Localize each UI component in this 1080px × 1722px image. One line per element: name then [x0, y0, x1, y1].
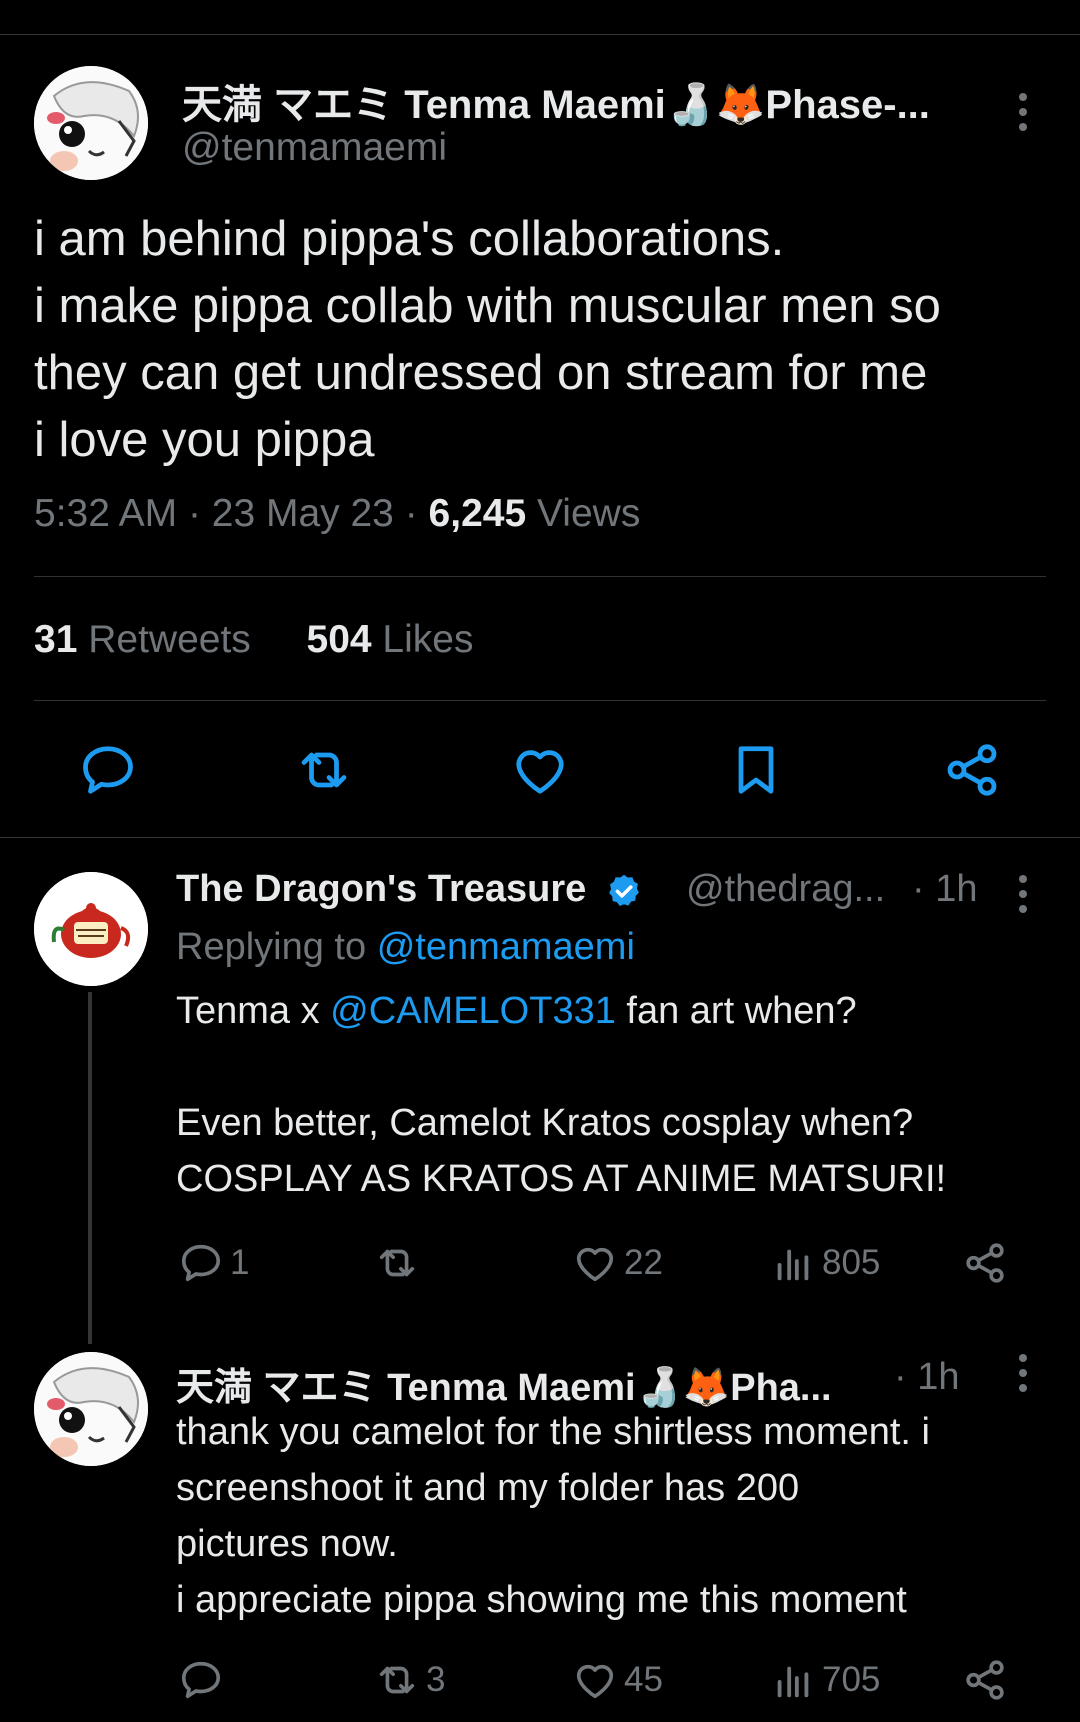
reply-icon — [181, 1244, 221, 1282]
engagement-stats: 31 Retweets 504 Likes — [34, 618, 473, 662]
reply-text: thank you camelot for the shirtless mome… — [176, 1404, 930, 1628]
like-count: 22 — [624, 1243, 663, 1282]
reply-text-line: thank you camelot for the shirtless mome… — [176, 1411, 930, 1453]
retweet-icon[interactable] — [294, 740, 354, 800]
divider — [34, 576, 1046, 577]
views-count: 6,245 — [428, 492, 527, 535]
tweet-text-line: i make pippa collab with muscular men so — [34, 279, 941, 333]
thread-connector — [88, 992, 92, 1344]
author-avatar[interactable] — [34, 66, 148, 180]
share-icon — [966, 1660, 1004, 1700]
reply-author-avatar[interactable] — [34, 872, 148, 986]
like-count: 45 — [624, 1660, 663, 1699]
tweet-text-line: i am behind pippa's collaborations. — [34, 212, 785, 266]
reply-button[interactable] — [178, 1655, 230, 1705]
reply-text-line — [176, 1039, 946, 1095]
reply-text-line: screenshoot it and my folder has 200 — [176, 1467, 800, 1509]
author-name[interactable]: 天満 マエミ Tenma Maemi🍶🦊Phase-... — [182, 72, 930, 130]
reply-author-name[interactable]: 天満 マエミ Tenma Maemi🍶🦊Pha... — [176, 1356, 832, 1411]
mention-link[interactable]: @CAMELOT331 — [330, 990, 616, 1032]
top-divider — [0, 34, 1080, 35]
reply-time[interactable]: · 1h — [912, 868, 977, 911]
reply-author-avatar[interactable] — [34, 1352, 148, 1466]
like-button[interactable]: 22 — [572, 1238, 663, 1288]
retweet-icon — [379, 1249, 415, 1277]
views-button[interactable]: 805 — [770, 1238, 880, 1288]
avatar-anime-girl-icon — [34, 66, 148, 180]
share-icon — [966, 1243, 1004, 1283]
reply-button[interactable]: 1 — [178, 1238, 249, 1288]
reply-icon — [181, 1661, 221, 1699]
view-count: 705 — [822, 1660, 881, 1699]
more-options-icon[interactable] — [1018, 1354, 1028, 1399]
like-icon[interactable] — [510, 740, 570, 800]
view-count: 805 — [822, 1243, 881, 1282]
replying-to: Replying to @tenmamaemi — [176, 926, 635, 968]
divider — [0, 837, 1080, 838]
tweet-date[interactable]: 23 May 23 — [212, 492, 394, 535]
retweet-icon — [379, 1666, 415, 1694]
reply-text-line: COSPLAY AS KRATOS AT ANIME MATSURI! — [176, 1158, 947, 1200]
views-label: Views — [537, 492, 641, 535]
reply-text-line: Even better, Camelot Kratos cosplay when… — [176, 1102, 914, 1144]
verified-badge-icon — [608, 874, 639, 907]
divider — [34, 700, 1046, 701]
tweet-text: i am behind pippa's collaborations. i ma… — [34, 206, 1044, 474]
reply-author-name[interactable]: The Dragon's Treasure — [176, 868, 643, 911]
more-options-icon[interactable] — [1018, 93, 1028, 138]
tweet-meta: 5:32 AM · 23 May 23 · 6,245 Views — [34, 492, 641, 535]
retweet-count: 3 — [426, 1660, 446, 1699]
reply-text: Tenma x @CAMELOT331 fan art when? Even b… — [176, 983, 946, 1207]
teapot-logo-icon — [34, 872, 148, 986]
views-chart-icon — [777, 1666, 809, 1698]
like-icon — [576, 1247, 614, 1282]
more-options-icon[interactable] — [1018, 875, 1028, 920]
like-icon — [576, 1664, 614, 1699]
tweet-time[interactable]: 5:32 AM — [34, 492, 177, 535]
replying-to-handle[interactable]: @tenmamaemi — [377, 926, 635, 968]
tweet-text-line: i love you pippa — [34, 413, 375, 467]
reply-icon[interactable] — [78, 740, 138, 800]
reply-text-line: pictures now. — [176, 1523, 398, 1565]
reply-text-line: i appreciate pippa showing me this momen… — [176, 1579, 907, 1621]
reply-count: 1 — [230, 1243, 250, 1282]
like-button[interactable]: 45 — [572, 1655, 663, 1705]
bookmark-icon[interactable] — [726, 740, 786, 800]
views-button[interactable]: 705 — [770, 1655, 880, 1705]
avatar-anime-girl-icon — [34, 1352, 148, 1466]
views-chart-icon — [777, 1249, 809, 1281]
share-button[interactable] — [962, 1655, 1014, 1705]
reply-text-line: Tenma x @CAMELOT331 fan art when? — [176, 990, 857, 1032]
retweet-button[interactable] — [374, 1238, 426, 1288]
share-icon[interactable] — [942, 740, 1002, 800]
likes-stat[interactable]: 504 Likes — [307, 618, 474, 661]
reply-author-handle[interactable]: @thedrag... — [686, 868, 885, 911]
retweet-button[interactable]: 3 — [374, 1655, 445, 1705]
author-handle[interactable]: @tenmamaemi — [182, 126, 447, 170]
retweets-stat[interactable]: 31 Retweets — [34, 618, 251, 661]
tweet-text-line: they can get undressed on stream for me — [34, 346, 928, 400]
share-button[interactable] — [962, 1238, 1014, 1288]
reply-time[interactable]: · 1h — [894, 1356, 959, 1399]
